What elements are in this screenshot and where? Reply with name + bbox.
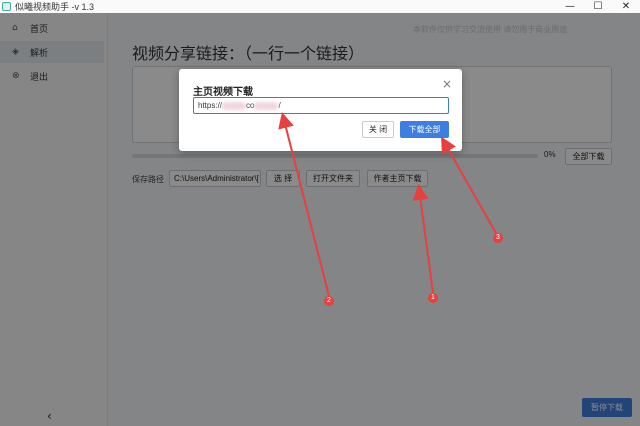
minimize-button[interactable]: — — [556, 0, 584, 13]
annotation-badge-3: 3 — [493, 233, 503, 243]
title-bar: 似曦视频助手 -v 1.3 — ☐ ✕ — [0, 0, 640, 13]
redacted-mask — [254, 101, 279, 110]
dialog-title: 主页视频下载 — [193, 87, 253, 98]
url-prefix: https:// — [198, 101, 223, 110]
url-suffix: / — [278, 101, 281, 110]
homepage-url-input[interactable]: https:// co / — [193, 97, 449, 114]
redacted-mask — [222, 101, 247, 110]
download-all-dialog-button[interactable]: 下载全部 — [400, 121, 449, 138]
homepage-download-dialog: 主页视频下载 × https:// co / 关 闭 下载全部 — [179, 69, 462, 151]
close-window-button[interactable]: ✕ — [612, 0, 640, 13]
annotation-badge-1: 1 — [428, 293, 438, 303]
close-icon[interactable]: × — [442, 77, 452, 91]
url-mid: co — [246, 101, 255, 110]
app-icon — [2, 2, 11, 11]
window-controls: — ☐ ✕ — [556, 0, 640, 13]
maximize-button[interactable]: ☐ — [584, 0, 612, 13]
dialog-close-button[interactable]: 关 闭 — [362, 121, 394, 138]
window-title: 似曦视频助手 -v 1.3 — [15, 2, 95, 12]
annotation-badge-2: 2 — [324, 296, 334, 306]
